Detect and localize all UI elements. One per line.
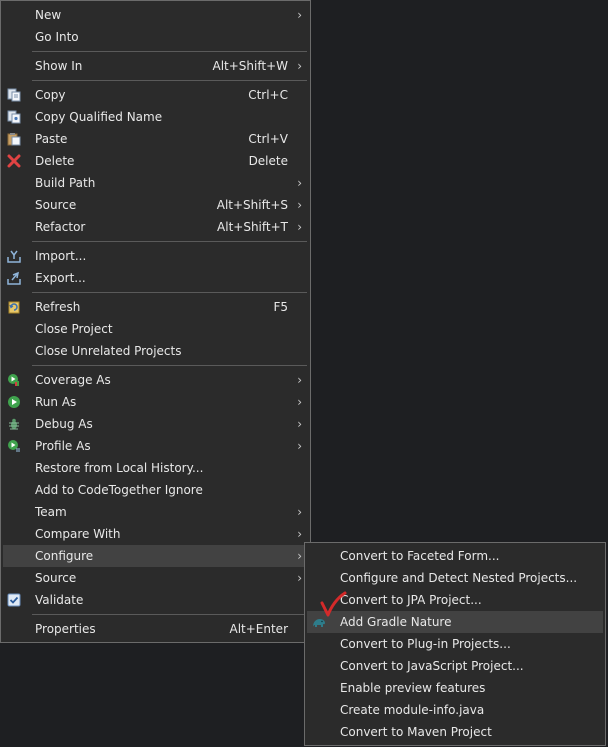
menu-item-paste[interactable]: Paste Ctrl+V [3, 128, 308, 150]
menu-item-delete[interactable]: Delete Delete [3, 150, 308, 172]
coverage-icon [8, 374, 19, 386]
submenu-arrow-icon: › [297, 417, 302, 431]
menu-item-source-2[interactable]: Source › [3, 567, 308, 589]
menu-item-import[interactable]: Import... [3, 245, 308, 267]
menu-item-team[interactable]: Team › [3, 501, 308, 523]
menu-item-profile-as[interactable]: Profile As › [3, 435, 308, 457]
submenu-arrow-icon: › [297, 549, 302, 563]
submenu-item-convert-jpa-project[interactable]: Convert to JPA Project... [307, 589, 603, 611]
submenu-item-detect-nested-projects[interactable]: Configure and Detect Nested Projects... [307, 567, 603, 589]
checkbox-checked-icon [7, 593, 21, 607]
submenu-item-create-module-info[interactable]: Create module-info.java [307, 699, 603, 721]
submenu-arrow-icon: › [297, 505, 302, 519]
copy-qualified-icon [7, 110, 21, 124]
menu-item-copy[interactable]: Copy Ctrl+C [3, 84, 308, 106]
menu-item-build-path[interactable]: Build Path › [3, 172, 308, 194]
menu-item-coverage-as[interactable]: Coverage As › [3, 369, 308, 391]
submenu-arrow-icon: › [297, 439, 302, 453]
menu-item-new[interactable]: New › [3, 4, 308, 26]
submenu-arrow-icon: › [297, 176, 302, 190]
submenu-item-convert-maven-project[interactable]: Convert to Maven Project [307, 721, 603, 743]
copy-icon [7, 88, 21, 102]
context-menu: New › Go Into Show In Alt+Shift+W › Copy… [0, 0, 311, 643]
submenu-arrow-icon: › [297, 373, 302, 387]
paste-icon [7, 133, 21, 146]
submenu-arrow-icon: › [297, 8, 302, 22]
submenu-item-enable-preview-features[interactable]: Enable preview features [307, 677, 603, 699]
menu-item-go-into[interactable]: Go Into [3, 26, 308, 48]
menu-separator [32, 80, 307, 81]
menu-item-configure[interactable]: Configure › [3, 545, 308, 567]
submenu-item-add-gradle-nature[interactable]: Add Gradle Nature [307, 611, 603, 633]
menu-item-add-codetogether-ignore[interactable]: Add to CodeTogether Ignore [3, 479, 308, 501]
menu-item-close-unrelated-projects[interactable]: Close Unrelated Projects [3, 340, 308, 362]
menu-separator [32, 241, 307, 242]
menu-separator [32, 365, 307, 366]
menu-separator [32, 614, 307, 615]
submenu-item-convert-plugin-projects[interactable]: Convert to Plug-in Projects... [307, 633, 603, 655]
menu-item-close-project[interactable]: Close Project [3, 318, 308, 340]
menu-item-validate[interactable]: Validate [3, 589, 308, 611]
import-icon [7, 250, 21, 263]
menu-item-copy-qualified-name[interactable]: Copy Qualified Name [3, 106, 308, 128]
submenu-item-convert-javascript-project[interactable]: Convert to JavaScript Project... [307, 655, 603, 677]
submenu-arrow-icon: › [297, 571, 302, 585]
workspace-background: New › Go Into Show In Alt+Shift+W › Copy… [0, 0, 608, 747]
menu-item-run-as[interactable]: Run As › [3, 391, 308, 413]
menu-item-show-in[interactable]: Show In Alt+Shift+W › [3, 55, 308, 77]
configure-submenu: Convert to Faceted Form... Configure and… [304, 542, 606, 746]
submenu-arrow-icon: › [297, 220, 302, 234]
menu-item-refresh[interactable]: Refresh F5 [3, 296, 308, 318]
menu-item-properties[interactable]: Properties Alt+Enter [3, 618, 308, 640]
menu-separator [32, 51, 307, 52]
red-checkmark-annotation-icon [320, 591, 347, 617]
submenu-arrow-icon: › [297, 527, 302, 541]
menu-item-export[interactable]: Export... [3, 267, 308, 289]
menu-item-compare-with[interactable]: Compare With › [3, 523, 308, 545]
menu-item-debug-as[interactable]: Debug As › [3, 413, 308, 435]
profile-icon [8, 440, 20, 452]
submenu-arrow-icon: › [297, 198, 302, 212]
submenu-item-convert-faceted-form[interactable]: Convert to Faceted Form... [307, 545, 603, 567]
menu-item-restore-local-history[interactable]: Restore from Local History... [3, 457, 308, 479]
debug-bug-icon [9, 418, 19, 430]
submenu-arrow-icon: › [297, 59, 302, 73]
menu-separator [32, 292, 307, 293]
menu-item-refactor[interactable]: Refactor Alt+Shift+T › [3, 216, 308, 238]
export-icon [7, 271, 21, 285]
run-icon [8, 396, 20, 408]
refresh-icon [8, 301, 20, 314]
submenu-arrow-icon: › [297, 395, 302, 409]
menu-item-source[interactable]: Source Alt+Shift+S › [3, 194, 308, 216]
delete-icon [7, 154, 21, 168]
